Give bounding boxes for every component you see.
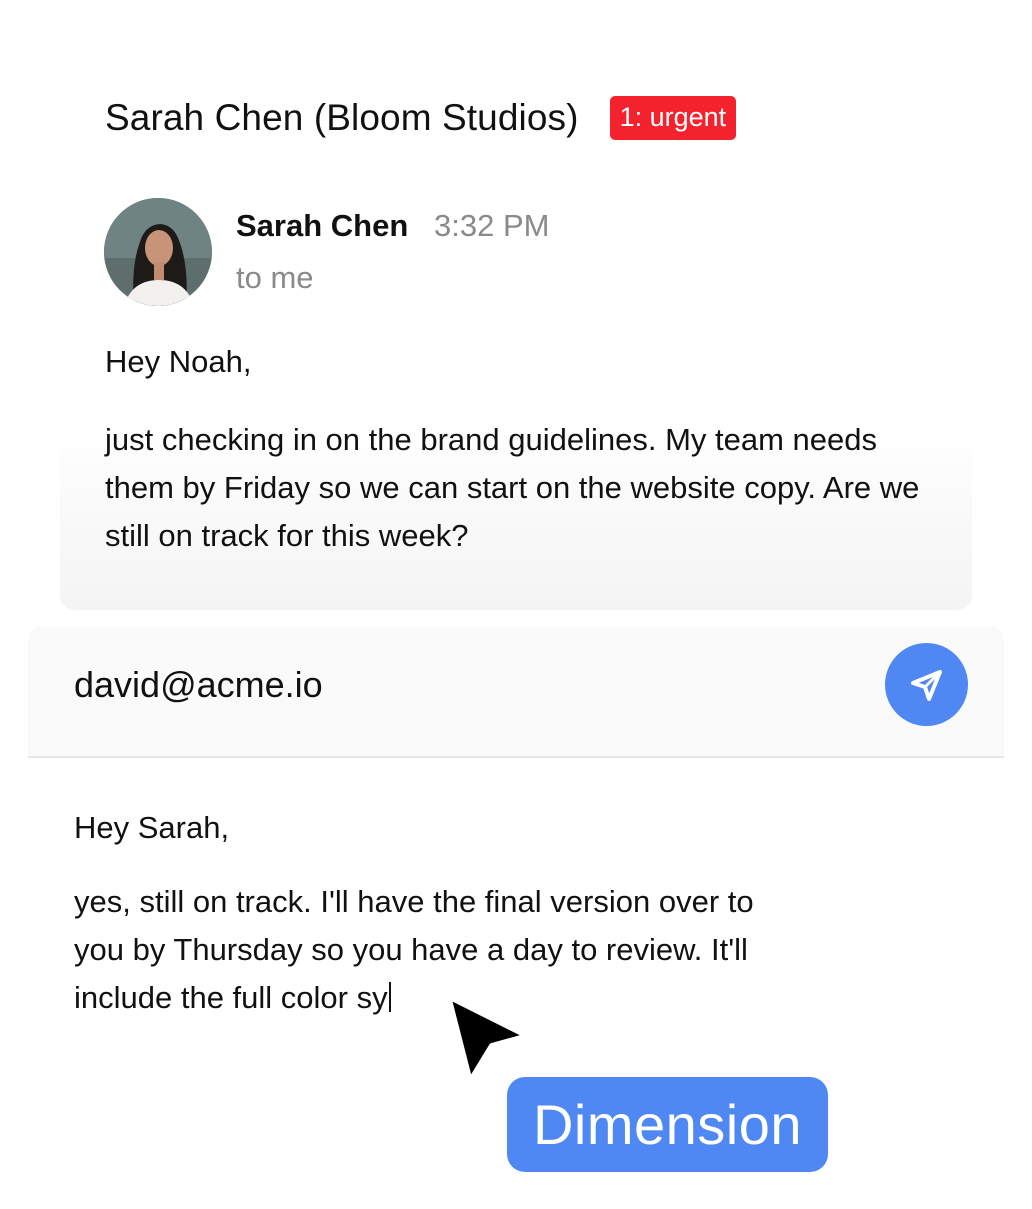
reply-body-line: yes, still on track. I'll have the final… <box>74 884 754 919</box>
send-button[interactable] <box>885 643 968 726</box>
thread-subject: Sarah Chen (Bloom Studios) <box>105 97 579 138</box>
recipient-label[interactable]: to me <box>236 260 314 296</box>
mouse-pointer-icon <box>445 993 531 1085</box>
urgent-badge[interactable]: 1: urgent <box>609 96 737 140</box>
message-greeting: Hey Noah, <box>105 344 252 379</box>
thread-header: Sarah Chen (Bloom Studios) 1: urgent <box>105 96 737 140</box>
sender-avatar[interactable] <box>104 198 212 306</box>
reply-to-field[interactable]: david@acme.io <box>74 664 323 706</box>
send-icon <box>910 669 942 701</box>
reply-body-line: include the full color sy <box>74 980 388 1015</box>
message-body: just checking in on the brand guidelines… <box>105 422 920 553</box>
sender-name: Sarah Chen <box>236 208 409 243</box>
reply-greeting[interactable]: Hey Sarah, <box>74 810 229 846</box>
message-time: 3:32 PM <box>434 208 550 243</box>
text-caret <box>388 982 391 1012</box>
dimension-label: Dimension <box>507 1077 828 1172</box>
reply-body-line: you by Thursday so you have a day to rev… <box>74 932 748 967</box>
